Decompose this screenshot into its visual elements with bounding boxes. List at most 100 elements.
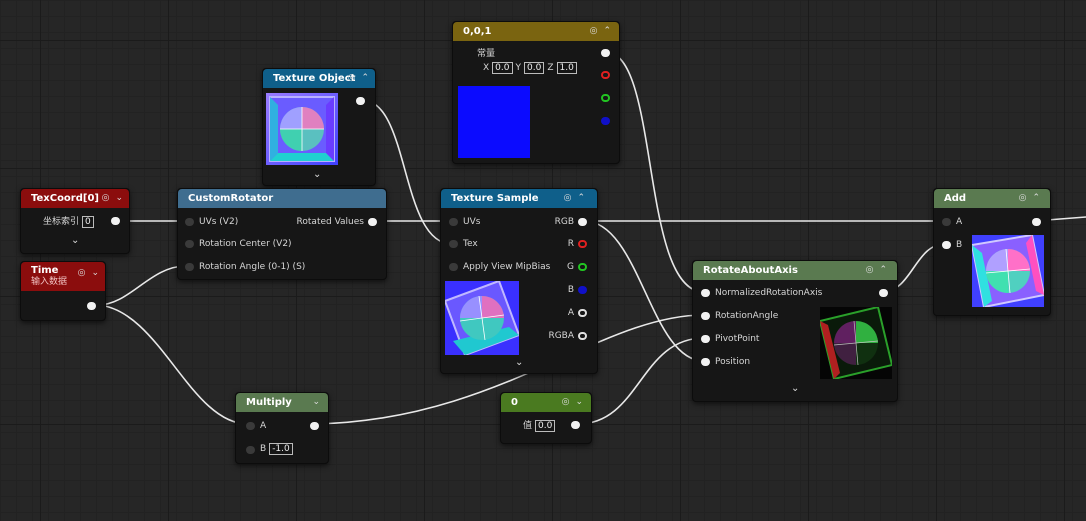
pin-label-angle: RotationAngle bbox=[715, 311, 779, 321]
expand-chevron-icon[interactable]: ⌄ bbox=[71, 235, 79, 246]
collapse-icon[interactable]: ⌃ bbox=[1032, 193, 1040, 203]
texture-thumbnail bbox=[266, 93, 338, 165]
input-pin-a[interactable] bbox=[246, 422, 255, 430]
output-pin[interactable] bbox=[87, 302, 96, 310]
input-pin-uvs[interactable] bbox=[185, 218, 194, 226]
preview-toggle-icon[interactable]: ◎ bbox=[866, 265, 874, 275]
output-pin[interactable] bbox=[879, 289, 888, 297]
node-title: Time bbox=[31, 265, 59, 276]
node-header[interactable]: Texture Object ◎ ⌃ bbox=[263, 69, 375, 88]
input-pin-tex[interactable] bbox=[449, 240, 458, 248]
node-header[interactable]: Multiply ⌄ bbox=[236, 393, 328, 412]
node-header[interactable]: Time 输入数据 ◎ ⌄ bbox=[21, 262, 105, 291]
input-pin-a[interactable] bbox=[942, 218, 951, 226]
collapse-icon[interactable]: ⌃ bbox=[879, 265, 887, 275]
preview-toggle-icon[interactable]: ◎ bbox=[348, 73, 356, 83]
pin-label-b: B bbox=[260, 444, 267, 454]
input-pin-b[interactable] bbox=[246, 446, 255, 454]
preview-toggle-icon[interactable]: ◎ bbox=[562, 397, 570, 407]
expand-chevron-icon[interactable]: ⌄ bbox=[791, 383, 799, 394]
pin-label-a: A bbox=[956, 217, 963, 227]
wire-const-axis bbox=[605, 51, 705, 293]
input-pin-rotation-center[interactable] bbox=[185, 240, 194, 248]
output-pin-rgb[interactable] bbox=[578, 218, 587, 226]
collapse-icon[interactable]: ⌄ bbox=[91, 268, 99, 278]
output-pin[interactable] bbox=[1032, 218, 1041, 226]
node-header[interactable]: CustomRotator bbox=[178, 189, 386, 208]
multiply-node[interactable]: Multiply ⌄ A B -1.0 bbox=[235, 392, 329, 464]
preview-toggle-icon[interactable]: ◎ bbox=[1019, 193, 1027, 203]
input-pin-mipbias[interactable] bbox=[449, 263, 458, 271]
output-pin[interactable] bbox=[310, 422, 319, 430]
x-value-field[interactable]: 0.0 bbox=[492, 62, 513, 74]
output-pin-rgba[interactable] bbox=[578, 332, 587, 340]
constant-zero-node[interactable]: 0 ◎ ⌄ 值 0.0 bbox=[500, 392, 592, 444]
pin-label-tex: Tex bbox=[463, 239, 478, 249]
node-sublabel: 常量 bbox=[477, 49, 496, 59]
node-title: Multiply bbox=[246, 397, 292, 408]
node-header[interactable]: 0 ◎ ⌄ bbox=[501, 393, 591, 412]
expand-chevron-icon[interactable]: ⌄ bbox=[313, 169, 321, 180]
node-header[interactable]: Texture Sample ◎ ⌃ bbox=[441, 189, 597, 208]
y-value-field[interactable]: 0.0 bbox=[524, 62, 545, 74]
output-pin[interactable] bbox=[111, 217, 120, 225]
input-pin-pivot[interactable] bbox=[701, 335, 710, 343]
preview-toggle-icon[interactable]: ◎ bbox=[564, 193, 572, 203]
collapse-icon[interactable]: ⌃ bbox=[603, 26, 611, 36]
pin-label-rotation-center: Rotation Center (V2) bbox=[199, 239, 292, 249]
node-title: CustomRotator bbox=[188, 193, 274, 204]
time-node[interactable]: Time 输入数据 ◎ ⌄ bbox=[20, 261, 106, 321]
collapse-icon[interactable]: ⌃ bbox=[577, 193, 585, 203]
output-pin-g[interactable] bbox=[578, 263, 587, 271]
vector-fields: X 0.0 Y 0.0 Z 1.0 bbox=[483, 62, 580, 74]
texture-sample-node[interactable]: Texture Sample ◎ ⌃ UVs Tex Apply View Mip… bbox=[440, 188, 598, 374]
b-value-field[interactable]: -1.0 bbox=[269, 443, 293, 455]
add-preview bbox=[972, 235, 1044, 307]
y-label: Y bbox=[515, 63, 522, 73]
texture-object-node[interactable]: Texture Object ◎ ⌃ ⌄ bbox=[262, 68, 376, 186]
input-pin-rotation-angle[interactable] bbox=[185, 263, 194, 271]
pin-label-b: B bbox=[567, 285, 574, 295]
value-field[interactable]: 0.0 bbox=[535, 420, 556, 432]
pin-label-g: G bbox=[567, 262, 574, 272]
input-pin-axis[interactable] bbox=[701, 289, 710, 297]
value-label: 值 bbox=[523, 421, 533, 431]
node-header[interactable]: 0,0,1 ◎ ⌃ bbox=[453, 22, 619, 41]
custom-rotator-node[interactable]: CustomRotator UVs (V2) Rotation Center (… bbox=[177, 188, 387, 280]
preview-toggle-icon[interactable]: ◎ bbox=[78, 268, 86, 278]
wire-rgb-position bbox=[583, 220, 705, 362]
expand-chevron-icon[interactable]: ⌄ bbox=[515, 357, 523, 368]
collapse-icon[interactable]: ⌃ bbox=[361, 73, 369, 83]
input-pin-uvs[interactable] bbox=[449, 218, 458, 226]
output-pin-r[interactable] bbox=[601, 71, 610, 79]
output-pin-r[interactable] bbox=[578, 240, 587, 248]
pin-label-rgb: RGB bbox=[554, 217, 574, 227]
preview-toggle-icon[interactable]: ◎ bbox=[102, 193, 110, 203]
collapse-icon[interactable]: ⌄ bbox=[115, 193, 123, 203]
constant3vector-node[interactable]: 0,0,1 ◎ ⌃ 常量 X 0.0 Y 0.0 Z 1.0 bbox=[452, 21, 620, 164]
x-label: X bbox=[483, 63, 490, 73]
node-title: Add bbox=[944, 193, 967, 204]
z-value-field[interactable]: 1.0 bbox=[556, 62, 577, 74]
input-pin-position[interactable] bbox=[701, 358, 710, 366]
preview-toggle-icon[interactable]: ◎ bbox=[590, 26, 598, 36]
output-pin-a[interactable] bbox=[578, 309, 587, 317]
output-pin-b[interactable] bbox=[578, 286, 587, 294]
input-pin-angle[interactable] bbox=[701, 312, 710, 320]
node-header[interactable]: Add ◎ ⌃ bbox=[934, 189, 1050, 208]
add-node[interactable]: Add ◎ ⌃ A B bbox=[933, 188, 1051, 316]
node-header[interactable]: TexCoord[0] ◎ ⌄ bbox=[21, 189, 129, 208]
output-pin-g[interactable] bbox=[601, 94, 610, 102]
index-value-field[interactable]: 0 bbox=[82, 216, 94, 228]
collapse-icon[interactable]: ⌄ bbox=[575, 397, 583, 407]
rotate-about-axis-node[interactable]: RotateAboutAxis ◎ ⌃ NormalizedRotationAxi… bbox=[692, 260, 898, 402]
node-header[interactable]: RotateAboutAxis ◎ ⌃ bbox=[693, 261, 897, 280]
output-pin-rotated-values[interactable] bbox=[368, 218, 377, 226]
collapse-icon[interactable]: ⌄ bbox=[312, 397, 320, 407]
output-pin[interactable] bbox=[601, 49, 610, 57]
output-pin[interactable] bbox=[356, 97, 365, 105]
output-pin[interactable] bbox=[571, 421, 580, 429]
texcoord-node[interactable]: TexCoord[0] ◎ ⌄ 坐标索引 0 ⌄ bbox=[20, 188, 130, 254]
output-pin-b[interactable] bbox=[601, 117, 610, 125]
input-pin-b[interactable] bbox=[942, 241, 951, 249]
